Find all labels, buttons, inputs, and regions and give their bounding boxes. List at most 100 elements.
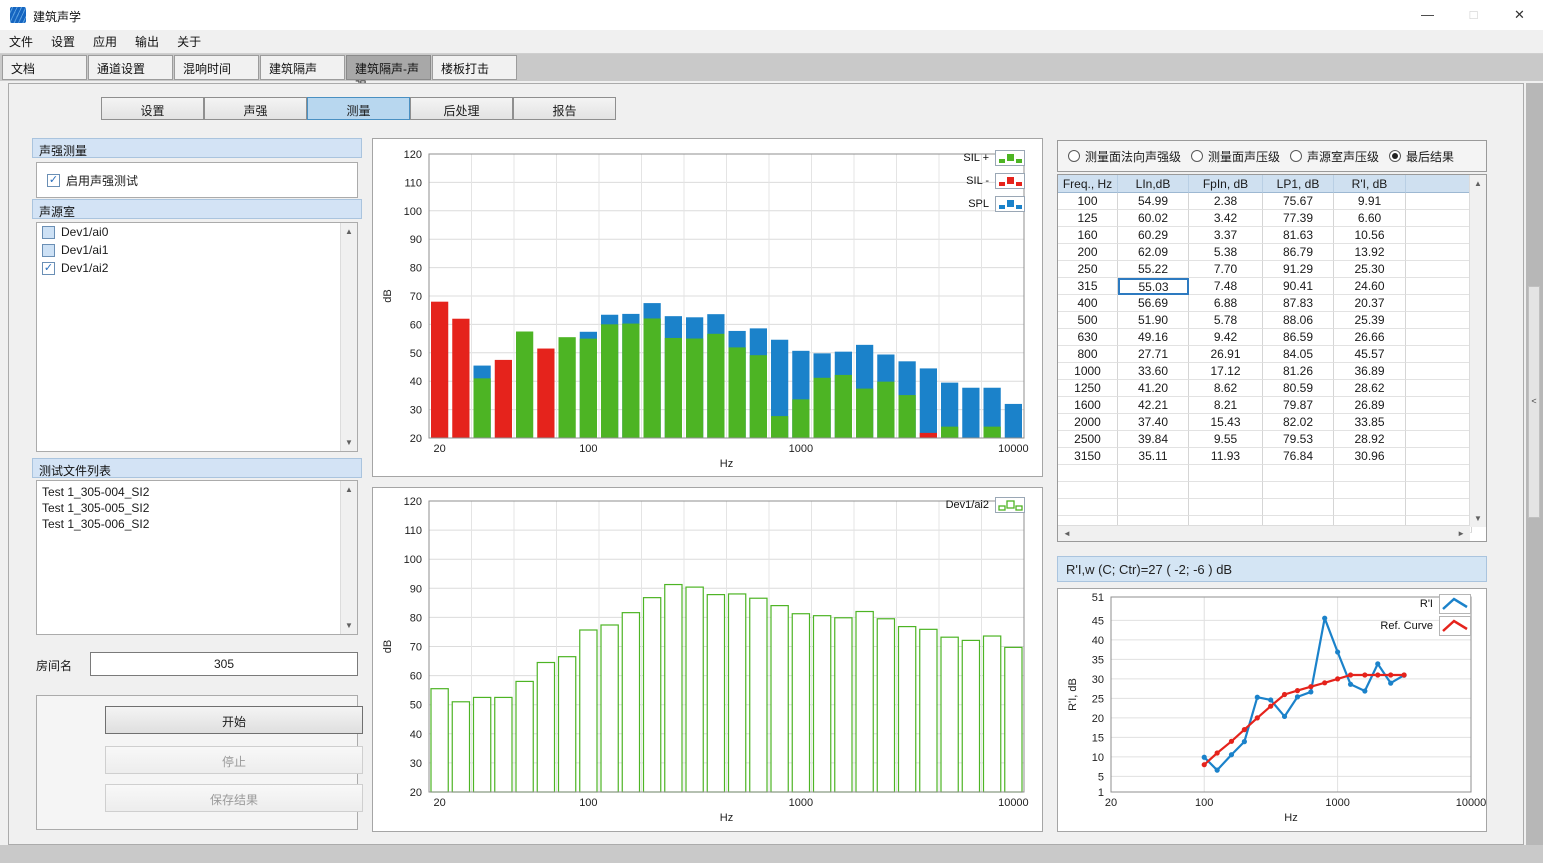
main-tab-2[interactable]: 混响时间 <box>174 55 259 80</box>
menu-item-0[interactable]: 文件 <box>0 30 42 53</box>
table-cell-11-0[interactable]: 1250 <box>1058 380 1118 397</box>
table-cell-3-3[interactable]: 86.79 <box>1263 244 1334 261</box>
table-cell-14-4[interactable]: 28.92 <box>1334 431 1406 448</box>
table-cell-10-2[interactable]: 17.12 <box>1189 363 1263 380</box>
table-horizontal-scrollbar[interactable]: ◄ ► <box>1058 525 1470 541</box>
table-cell-1-0[interactable]: 125 <box>1058 210 1118 227</box>
scroll-left-icon[interactable]: ◄ <box>1063 529 1071 538</box>
table-cell-5-4[interactable]: 24.60 <box>1334 278 1406 295</box>
device-row-1[interactable]: Dev1/ai1 <box>37 241 357 259</box>
table-cell-0-4[interactable]: 9.91 <box>1334 193 1406 210</box>
file-item-2[interactable]: Test 1_305-006_SI2 <box>37 516 357 532</box>
table-cell-4-1[interactable]: 55.22 <box>1118 261 1189 278</box>
table-cell-11-4[interactable]: 28.62 <box>1334 380 1406 397</box>
table-cell-13-4[interactable]: 33.85 <box>1334 414 1406 431</box>
table-cell-9-3[interactable]: 84.05 <box>1263 346 1334 363</box>
table-cell-6-4[interactable]: 20.37 <box>1334 295 1406 312</box>
table-cell-15-2[interactable]: 11.93 <box>1189 448 1263 465</box>
table-cell-4-0[interactable]: 250 <box>1058 261 1118 278</box>
table-cell-12-0[interactable]: 1600 <box>1058 397 1118 414</box>
table-cell-10-3[interactable]: 81.26 <box>1263 363 1334 380</box>
table-header-4[interactable]: R'I, dB <box>1334 175 1406 193</box>
table-cell-1-2[interactable]: 3.42 <box>1189 210 1263 227</box>
scroll-up-icon[interactable]: ▲ <box>341 227 357 236</box>
table-cell-2-0[interactable]: 160 <box>1058 227 1118 244</box>
table-cell-0-3[interactable]: 75.67 <box>1263 193 1334 210</box>
table-cell-8-3[interactable]: 86.59 <box>1263 329 1334 346</box>
table-header-1[interactable]: LIn,dB <box>1118 175 1189 193</box>
table-cell-15-3[interactable]: 76.84 <box>1263 448 1334 465</box>
table-cell-9-5[interactable] <box>1406 346 1472 363</box>
table-cell-10-1[interactable]: 33.60 <box>1118 363 1189 380</box>
table-cell-15-1[interactable]: 35.11 <box>1118 448 1189 465</box>
table-cell-12-1[interactable]: 42.21 <box>1118 397 1189 414</box>
menu-item-3[interactable]: 输出 <box>126 30 168 53</box>
scroll-up-icon[interactable]: ▲ <box>341 485 357 494</box>
device-list-scrollbar[interactable]: ▲ ▼ <box>340 223 357 451</box>
table-cell-11-1[interactable]: 41.20 <box>1118 380 1189 397</box>
table-cell-5-0[interactable]: 315 <box>1058 278 1118 295</box>
table-cell-7-1[interactable]: 51.90 <box>1118 312 1189 329</box>
radio-3[interactable]: 最后结果 <box>1389 148 1454 165</box>
sub-tab-0[interactable]: 设置 <box>101 97 204 120</box>
table-cell-14-3[interactable]: 79.53 <box>1263 431 1334 448</box>
table-vertical-scrollbar[interactable]: ▲ ▼ <box>1469 175 1486 527</box>
table-header-2[interactable]: FpIn, dB <box>1189 175 1263 193</box>
table-cell-5-2[interactable]: 7.48 <box>1189 278 1263 295</box>
close-button[interactable]: ✕ <box>1497 0 1542 30</box>
file-item-0[interactable]: Test 1_305-004_SI2 <box>37 484 357 500</box>
device-checkbox[interactable] <box>42 226 55 239</box>
table-cell-14-5[interactable] <box>1406 431 1472 448</box>
sub-tab-1[interactable]: 声强 <box>204 97 307 120</box>
main-tab-5[interactable]: 楼板打击 <box>432 55 517 80</box>
table-cell-5-5[interactable] <box>1406 278 1472 295</box>
table-cell-0-2[interactable]: 2.38 <box>1189 193 1263 210</box>
table-cell-11-2[interactable]: 8.62 <box>1189 380 1263 397</box>
table-cell-13-3[interactable]: 82.02 <box>1263 414 1334 431</box>
scroll-down-icon[interactable]: ▼ <box>1470 514 1486 523</box>
main-tab-1[interactable]: 通道设置 <box>88 55 173 80</box>
table-cell-5-1[interactable]: 55.03 <box>1118 278 1189 295</box>
table-cell-12-5[interactable] <box>1406 397 1472 414</box>
scroll-up-icon[interactable]: ▲ <box>1470 179 1486 188</box>
device-checkbox[interactable]: ✓ <box>42 262 55 275</box>
menu-item-2[interactable]: 应用 <box>84 30 126 53</box>
table-cell-10-5[interactable] <box>1406 363 1472 380</box>
table-cell-14-2[interactable]: 9.55 <box>1189 431 1263 448</box>
table-cell-3-4[interactable]: 13.92 <box>1334 244 1406 261</box>
file-list-scrollbar[interactable]: ▲ ▼ <box>340 481 357 634</box>
table-cell-7-5[interactable] <box>1406 312 1472 329</box>
start-button[interactable]: 开始 <box>105 706 363 734</box>
table-cell-3-5[interactable] <box>1406 244 1472 261</box>
table-cell-9-2[interactable]: 26.91 <box>1189 346 1263 363</box>
save-results-button[interactable]: 保存结果 <box>105 784 363 812</box>
table-cell-11-3[interactable]: 80.59 <box>1263 380 1334 397</box>
table-cell-14-0[interactable]: 2500 <box>1058 431 1118 448</box>
table-header-0[interactable]: Freq., Hz <box>1058 175 1118 193</box>
sub-tab-2[interactable]: 测量 <box>307 97 410 120</box>
table-cell-0-5[interactable] <box>1406 193 1472 210</box>
table-cell-15-0[interactable]: 3150 <box>1058 448 1118 465</box>
table-cell-7-0[interactable]: 500 <box>1058 312 1118 329</box>
scroll-down-icon[interactable]: ▼ <box>341 438 357 447</box>
table-cell-12-3[interactable]: 79.87 <box>1263 397 1334 414</box>
table-cell-9-0[interactable]: 800 <box>1058 346 1118 363</box>
table-cell-3-0[interactable]: 200 <box>1058 244 1118 261</box>
table-cell-6-1[interactable]: 56.69 <box>1118 295 1189 312</box>
table-cell-8-0[interactable]: 630 <box>1058 329 1118 346</box>
radio-1[interactable]: 测量面声压级 <box>1191 148 1280 165</box>
main-tab-0[interactable]: 文档 <box>2 55 87 80</box>
table-cell-4-2[interactable]: 7.70 <box>1189 261 1263 278</box>
table-cell-6-3[interactable]: 87.83 <box>1263 295 1334 312</box>
radio-0[interactable]: 测量面法向声强级 <box>1068 148 1181 165</box>
radio-icon[interactable] <box>1068 150 1080 162</box>
table-cell-1-3[interactable]: 77.39 <box>1263 210 1334 227</box>
table-cell-2-5[interactable] <box>1406 227 1472 244</box>
table-cell-14-1[interactable]: 39.84 <box>1118 431 1189 448</box>
table-cell-4-5[interactable] <box>1406 261 1472 278</box>
table-cell-4-3[interactable]: 91.29 <box>1263 261 1334 278</box>
table-cell-9-1[interactable]: 27.71 <box>1118 346 1189 363</box>
radio-2[interactable]: 声源室声压级 <box>1290 148 1379 165</box>
table-cell-2-2[interactable]: 3.37 <box>1189 227 1263 244</box>
table-cell-2-1[interactable]: 60.29 <box>1118 227 1189 244</box>
